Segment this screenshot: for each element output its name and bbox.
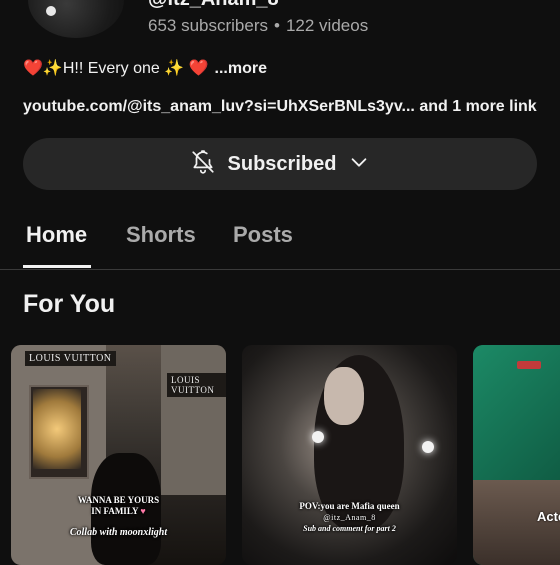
short-card[interactable]: LOUIS VUITTON LOUIS VUITTON WANNA BE YOU… [11,345,226,565]
stats-separator: • [274,16,280,35]
heart-emoji-icon: ❤️ [188,60,209,77]
sparkles-emoji-icon: ✨ [42,60,63,77]
channel-tabs: Home Shorts Posts [0,214,560,270]
description-more-link[interactable]: ...more [215,60,267,77]
caption-line: IN FAMILY ♥ [51,506,186,517]
caption-line: WANNA BE YOURS [77,495,160,505]
caption-handle: @itz_Anam_8 [323,513,376,522]
caption-line: POV:you are Mafia queen [299,501,400,511]
channel-handle: @itz_Anam_8 [148,0,279,11]
subscribed-label: Subscribed [227,152,337,175]
subscribed-button[interactable]: Subscribed [23,138,537,190]
channel-description[interactable]: ❤️✨H!! Every one ✨ ❤️ ...more [23,58,267,78]
caption-line: Sub and comment for part 2 [303,524,396,533]
more-links[interactable]: and 1 more link [419,98,536,115]
subscriber-count: 653 subscribers [148,16,269,35]
tab-posts[interactable]: Posts [233,222,293,248]
channel-stats: 653 subscribers • 122 videos [148,16,368,36]
short-caption: WANNA BE YOURS IN FAMILY ♥ [51,495,186,517]
short-caption: POV:you are Mafia queen @itz_Anam_8 Sub … [272,501,427,534]
store-sign: LOUIS VUITTON [167,373,226,397]
video-count: 122 videos [285,16,369,35]
building-pillar [161,345,226,495]
section-title-for-you: For You [23,290,116,318]
caption-text: IN FAMILY [91,506,139,516]
short-card[interactable]: POV:you are Mafia queen @itz_Anam_8 Sub … [242,345,457,565]
store-sign: LOUIS VUITTON [25,351,116,366]
sparkles-emoji-icon: ✨ [164,60,185,77]
description-text: H!! Every one [62,60,160,77]
channel-avatar[interactable] [28,0,124,38]
chevron-down-icon [348,151,370,178]
person-face [324,367,364,425]
bokeh-light [312,431,324,443]
heart-emoji-icon: ♥ [140,506,146,516]
short-caption-secondary: Collab with moonxlight [69,527,168,538]
badge [517,361,541,369]
bell-off-icon [190,149,216,180]
heart-emoji-icon: ❤️ [23,60,43,77]
short-card[interactable]: Acte [473,345,560,565]
window-glow [33,389,81,469]
short-caption: Acte [537,509,560,524]
channel-links[interactable]: youtube.com/@its_anam_luv?si=UhXSerBNLs3… [23,98,537,116]
tab-home[interactable]: Home [26,222,87,248]
channel-link[interactable]: youtube.com/@its_anam_luv?si=UhXSerBNLs3… [23,98,415,115]
active-tab-indicator [23,265,91,268]
bokeh-light [422,441,434,453]
tab-shorts[interactable]: Shorts [126,222,196,248]
tabs-divider [0,269,560,270]
